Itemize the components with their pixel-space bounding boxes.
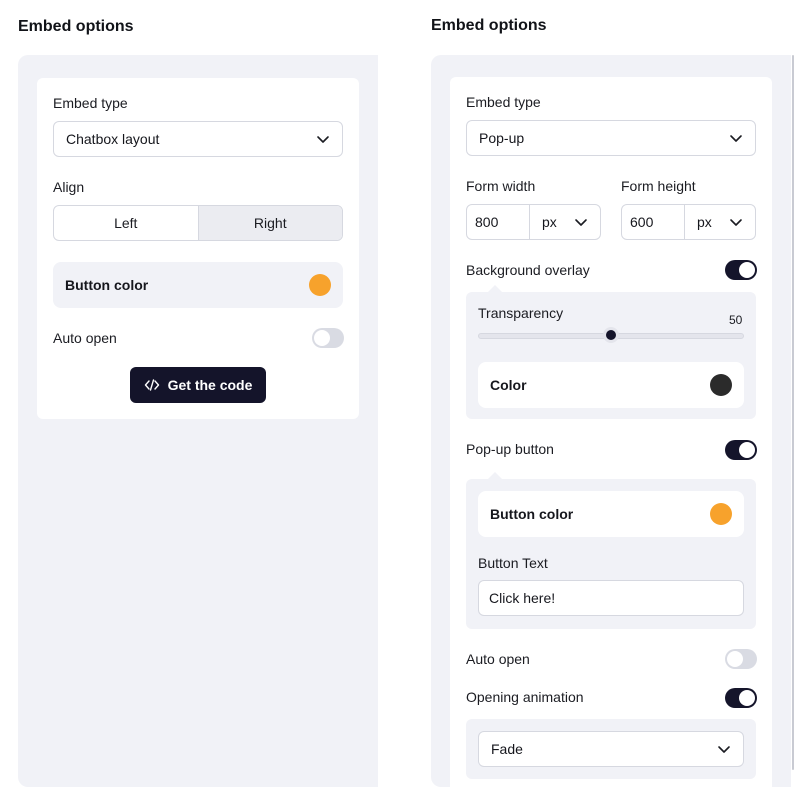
button-text-input[interactable]: Click here! (478, 580, 744, 616)
get-code-button[interactable]: Get the code (130, 367, 266, 403)
form-width-unit: px (542, 214, 557, 230)
chevron-down-icon (575, 219, 587, 226)
opening-animation-label: Opening animation (466, 689, 584, 705)
align-left-option[interactable]: Left (54, 206, 198, 240)
get-code-label: Get the code (167, 377, 253, 393)
animation-select[interactable]: Fade (478, 731, 744, 767)
embed-type-value: Pop-up (479, 130, 525, 146)
chevron-down-icon (730, 219, 742, 226)
code-icon (144, 379, 159, 391)
form-width-field: 800 px (466, 204, 601, 240)
popup-pointer (488, 472, 502, 479)
scrollbar[interactable] (792, 55, 794, 770)
form-height-unit: px (697, 214, 712, 230)
overlay-pointer (488, 285, 502, 292)
embed-type-select[interactable]: Chatbox layout (53, 121, 343, 157)
auto-open-toggle[interactable] (725, 649, 757, 669)
button-color-row[interactable]: Button color (53, 262, 343, 308)
left-page-title: Embed options (18, 18, 134, 35)
embed-type-select[interactable]: Pop-up (466, 120, 756, 156)
left-options-card: Embed type Chatbox layout Align Left Rig… (37, 78, 359, 419)
form-width-input[interactable]: 800 (467, 205, 530, 239)
chevron-down-icon (730, 135, 742, 142)
popup-button-label: Pop-up button (466, 441, 554, 457)
form-height-unit-select[interactable]: px (685, 214, 755, 230)
chevron-down-icon (718, 746, 730, 753)
popup-button-color-swatch[interactable] (710, 503, 732, 525)
chevron-down-icon (317, 136, 329, 143)
transparency-value: 50 (729, 313, 743, 327)
align-right-option[interactable]: Right (197, 206, 342, 240)
auto-open-label: Auto open (466, 651, 530, 667)
overlay-color-swatch[interactable] (710, 374, 732, 396)
opening-animation-toggle[interactable] (725, 688, 757, 708)
button-color-label: Button color (65, 277, 149, 293)
transparency-label: Transparency (478, 305, 564, 321)
overlay-settings: Transparency 50 Color (466, 292, 756, 419)
form-width-unit-select[interactable]: px (530, 214, 600, 230)
form-height-field: 600 px (621, 204, 756, 240)
popup-button-color-row[interactable]: Button color (478, 491, 744, 537)
button-color-swatch[interactable] (309, 274, 331, 296)
animation-value: Fade (491, 741, 523, 757)
animation-settings: Fade (466, 719, 756, 779)
form-height-label: Form height (621, 178, 696, 194)
auto-open-label: Auto open (53, 330, 117, 346)
embed-type-label: Embed type (466, 94, 541, 110)
popup-button-settings: Button color Button Text Click here! (466, 479, 756, 629)
align-label: Align (53, 179, 85, 195)
popup-button-color-label: Button color (490, 506, 574, 522)
transparency-slider-handle[interactable] (603, 327, 619, 343)
form-width-label: Form width (466, 178, 536, 194)
form-height-input[interactable]: 600 (622, 205, 685, 239)
overlay-color-row[interactable]: Color (478, 362, 744, 408)
button-text-label: Button Text (478, 555, 548, 571)
right-page-title: Embed options (431, 17, 547, 34)
align-segmented-control: Left Right (53, 205, 343, 241)
right-options-card: Embed type Pop-up Form width 800 px Form… (450, 77, 772, 787)
embed-type-value: Chatbox layout (66, 131, 160, 147)
popup-button-toggle[interactable] (725, 440, 757, 460)
auto-open-toggle[interactable] (312, 328, 344, 348)
background-overlay-toggle[interactable] (725, 260, 757, 280)
embed-type-label: Embed type (53, 95, 128, 111)
overlay-color-label: Color (490, 377, 527, 393)
background-overlay-label: Background overlay (466, 262, 590, 278)
